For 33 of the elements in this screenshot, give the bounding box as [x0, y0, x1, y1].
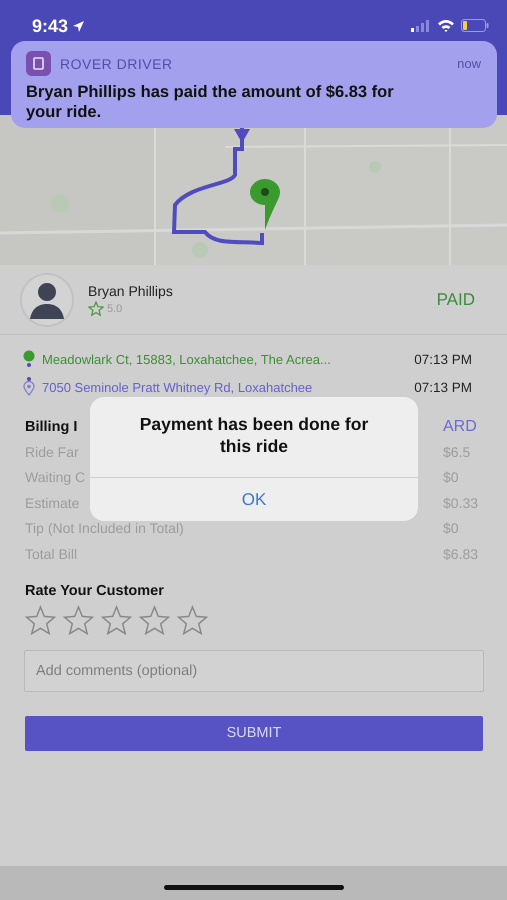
- signal-icon: [411, 20, 431, 32]
- app-icon: [26, 51, 51, 76]
- notification-message: Bryan Phillips has paid the amount of $6.83 for your ride.: [26, 82, 395, 122]
- app-name: ROVER DRIVER: [60, 56, 174, 72]
- address-text: 7050 Seminole Pratt Whitney Rd, Loxahatchee: [42, 380, 314, 394]
- star-icon[interactable]: [101, 604, 132, 634]
- notification-time: now: [457, 56, 481, 71]
- location-arrow-icon: [72, 20, 86, 33]
- rating-stars[interactable]: [25, 604, 208, 634]
- star-icon[interactable]: [25, 604, 56, 634]
- star-icon[interactable]: [63, 604, 94, 634]
- customer-name: Bryan Phillips: [88, 283, 174, 299]
- notification-banner[interactable]: ROVER DRIVER now Bryan Phillips has paid the amount of $6.83 for your ride.: [11, 41, 497, 128]
- alert-title: Payment has been done for this ride: [138, 413, 370, 458]
- star-icon: [88, 301, 104, 316]
- avatar-icon: [20, 272, 74, 326]
- clock-time: 9:43: [32, 16, 68, 37]
- address-text: Meadowlark Ct, 15883, Loxahatchee, The Acrea...: [42, 352, 332, 366]
- battery-icon: [461, 19, 489, 32]
- payment-method: ARD: [443, 418, 478, 436]
- ok-button[interactable]: OK: [90, 477, 418, 521]
- star-icon[interactable]: [139, 604, 170, 634]
- rating-heading: Rate Your Customer: [25, 582, 165, 598]
- submit-button[interactable]: SUBMIT: [25, 716, 483, 750]
- payment-status: PAID: [436, 290, 475, 310]
- wifi-icon: [437, 19, 455, 32]
- billing-heading: Billing I: [25, 419, 78, 435]
- comments-field[interactable]: Add comments (optional): [24, 650, 484, 692]
- pickup-dot-icon: [22, 349, 36, 369]
- location-pin-icon: [22, 377, 36, 397]
- star-icon[interactable]: [177, 604, 208, 634]
- trip-time: 07:13 PM: [414, 352, 472, 366]
- trip-time: 07:13 PM: [414, 380, 472, 394]
